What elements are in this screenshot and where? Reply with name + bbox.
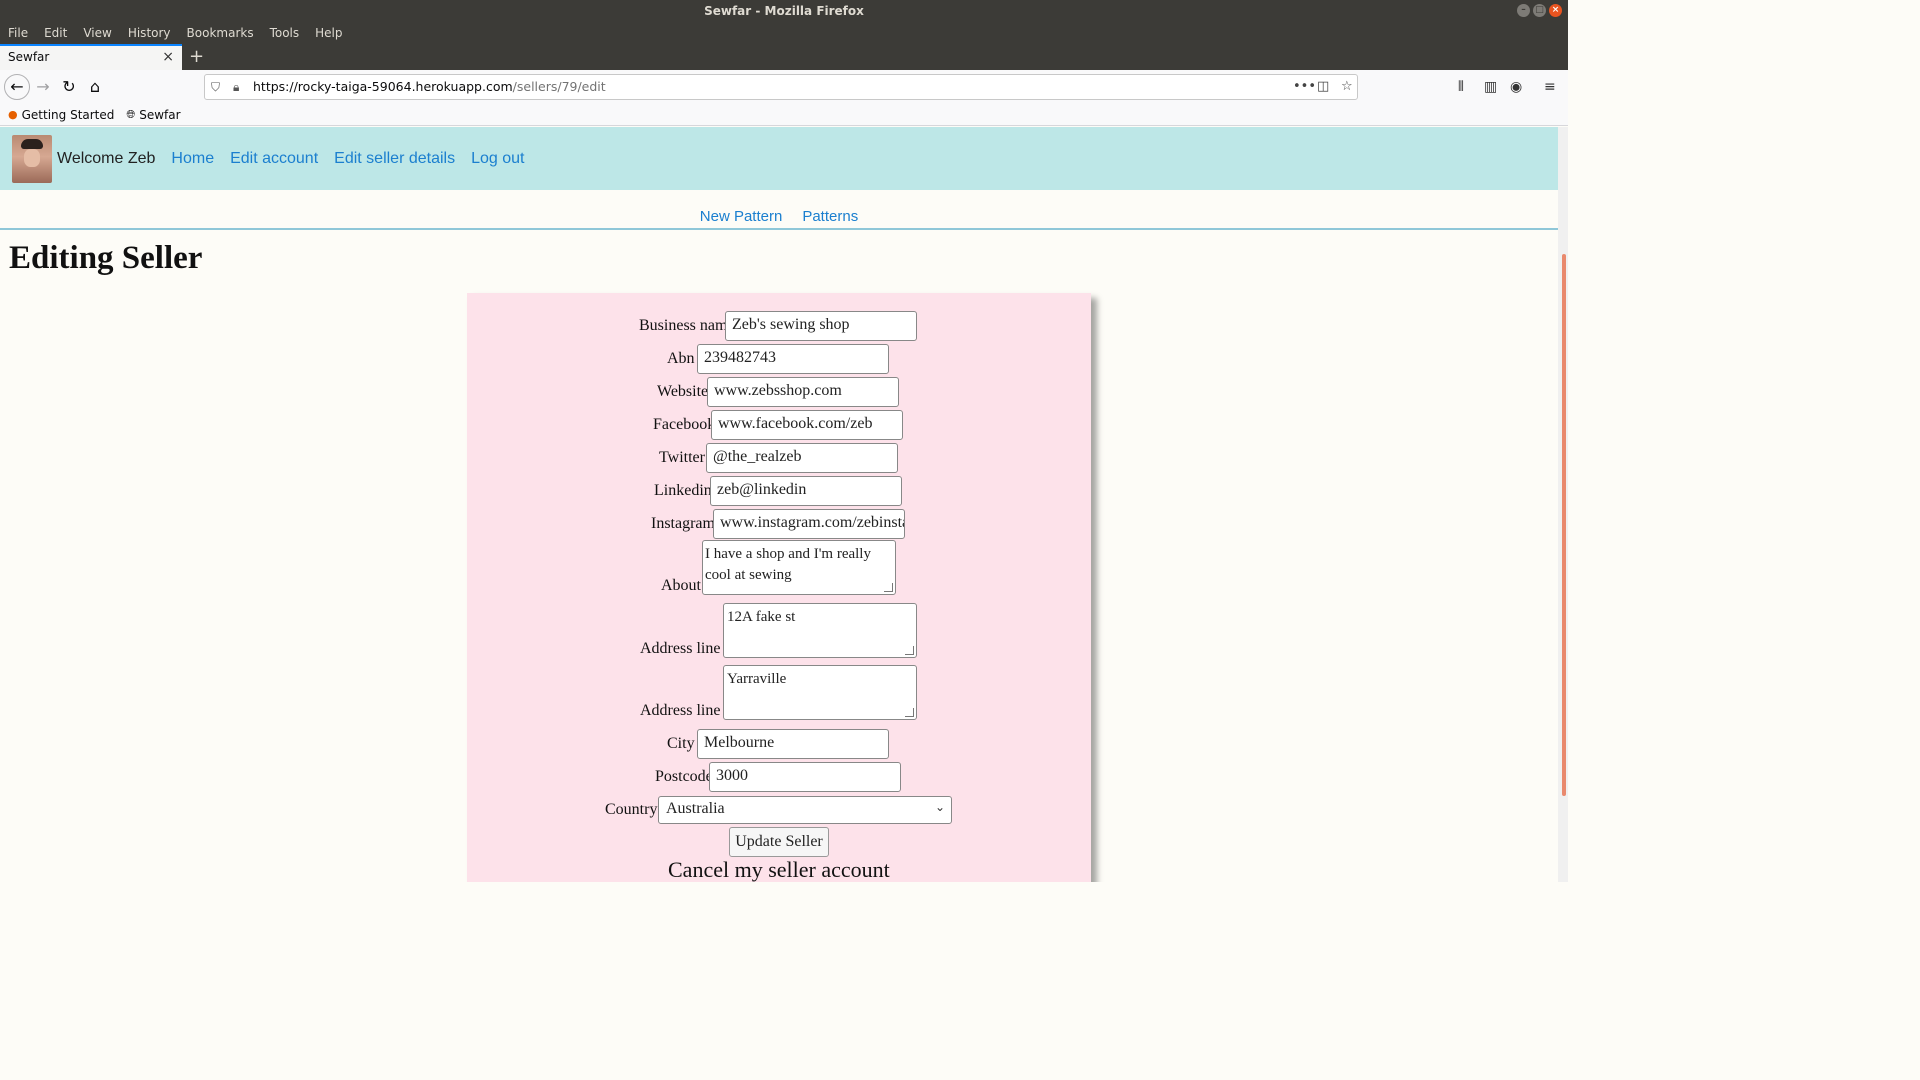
library-icon[interactable]: ⫴ — [1458, 75, 1464, 99]
globe-icon: 🌐︎ — [126, 107, 136, 121]
update-seller-button[interactable]: Update Seller — [729, 827, 829, 857]
address-line-2-label: Address line 2 — [640, 702, 733, 719]
hamburger-menu-icon[interactable]: ≡ — [1544, 75, 1556, 99]
menu-help[interactable]: Help — [315, 22, 342, 44]
sidebar-icon[interactable]: ▥ — [1484, 75, 1497, 99]
abn-input[interactable]: 239482743 — [697, 344, 889, 374]
maximize-icon[interactable]: □ — [1533, 4, 1546, 17]
business-name-input[interactable]: Zeb's sewing shop — [725, 311, 917, 341]
minimize-icon[interactable]: – — [1517, 4, 1530, 17]
menu-view[interactable]: View — [83, 22, 111, 44]
nav-home-link[interactable]: Home — [171, 150, 214, 168]
menu-tools[interactable]: Tools — [270, 22, 300, 44]
account-icon[interactable]: ◉ — [1510, 75, 1522, 99]
window-title-bar: Sewfar - Mozilla Firefox – □ × — [0, 0, 1568, 22]
window-title: Sewfar - Mozilla Firefox — [704, 4, 864, 18]
city-input[interactable]: Melbourne — [697, 729, 889, 759]
page-actions-icon[interactable]: ••• — [1293, 75, 1316, 99]
facebook-input[interactable]: www.facebook.com/zeb — [711, 410, 903, 440]
instagram-input[interactable]: www.instagram.com/zebinstagram — [713, 509, 905, 539]
abn-label: Abn — [667, 350, 695, 367]
about-textarea[interactable]: I have a shop and I'm really cool at sew… — [702, 540, 896, 595]
nav-toolbar: ← → ↻ ⌂ ⛉ 🔒︎ https://rocky-taiga-59064.h… — [0, 70, 1568, 104]
bookmark-sewfar[interactable]: 🌐︎ Sewfar — [126, 108, 180, 122]
menu-history[interactable]: History — [128, 22, 171, 44]
country-label: Country — [605, 801, 658, 818]
address-line-1-label: Address line 1 — [640, 640, 733, 657]
about-label: About — [661, 577, 701, 594]
cancel-seller-account-link[interactable]: Cancel my seller account — [668, 857, 890, 882]
facebook-label: Facebook — [653, 416, 716, 433]
menu-bookmarks[interactable]: Bookmarks — [187, 22, 254, 44]
firefox-icon: ● — [8, 108, 18, 121]
twitter-input[interactable]: @the_realzeb — [706, 443, 898, 473]
page-scrollbar[interactable] — [1558, 127, 1568, 882]
nav-edit-account-link[interactable]: Edit account — [230, 150, 318, 168]
country-select[interactable]: Australia ⌄ — [658, 796, 952, 824]
new-pattern-link[interactable]: New Pattern — [700, 208, 783, 225]
lock-icon[interactable]: 🔒︎ — [233, 75, 239, 99]
new-tab-icon[interactable]: + — [189, 46, 204, 68]
page-content: Welcome Zeb Home Edit account Edit selle… — [0, 127, 1558, 882]
tab-bar: Sewfar × + — [0, 44, 1568, 70]
business-name-label: Business name — [639, 317, 735, 334]
tracking-shield-icon[interactable]: ⛉ — [211, 75, 220, 99]
forward-icon[interactable]: → — [31, 75, 55, 99]
scrollbar-thumb[interactable] — [1562, 254, 1566, 796]
page-title: Editing Seller — [9, 240, 203, 276]
bookmark-star-icon[interactable]: ☆ — [1341, 75, 1353, 99]
linkedin-label: Linkedin — [654, 482, 712, 499]
sub-navbar: New Pattern Patterns — [0, 190, 1558, 230]
site-navbar: Welcome Zeb Home Edit account Edit selle… — [0, 127, 1558, 190]
close-window-icon[interactable]: × — [1549, 4, 1562, 17]
postcode-label: Postcode — [655, 768, 713, 785]
browser-tab[interactable]: Sewfar × — [0, 44, 182, 70]
pocket-icon[interactable]: ◫ — [1317, 75, 1329, 99]
menu-bar: File Edit View History Bookmarks Tools H… — [0, 22, 1568, 44]
url-bar[interactable]: ⛉ 🔒︎ https://rocky-taiga-59064.herokuapp… — [204, 74, 1358, 100]
tab-title: Sewfar — [8, 50, 50, 64]
country-selected-value: Australia — [666, 800, 725, 817]
back-icon[interactable]: ← — [4, 74, 30, 100]
instagram-label: Instagram — [651, 515, 715, 532]
edit-seller-form: Business name Zeb's sewing shop Abn 2394… — [467, 293, 1091, 882]
home-icon[interactable]: ⌂ — [83, 75, 107, 99]
bookmark-getting-started[interactable]: ● Getting Started — [8, 108, 114, 122]
bookmarks-bar: ● Getting Started 🌐︎ Sewfar — [0, 104, 1568, 126]
website-label: Website — [657, 383, 709, 400]
website-input[interactable]: www.zebsshop.com — [707, 377, 899, 407]
city-label: City — [667, 735, 695, 752]
url-text[interactable]: https://rocky-taiga-59064.herokuapp.com/… — [253, 75, 606, 99]
chevron-down-icon: ⌄ — [934, 800, 945, 814]
avatar — [12, 134, 52, 183]
nav-edit-seller-details-link[interactable]: Edit seller details — [334, 150, 455, 168]
reload-icon[interactable]: ↻ — [57, 75, 81, 99]
postcode-input[interactable]: 3000 — [709, 762, 901, 792]
address-line-1-textarea[interactable]: 12A fake st — [723, 603, 917, 658]
welcome-text: Welcome Zeb — [57, 149, 156, 167]
address-line-2-textarea[interactable]: Yarraville — [723, 665, 917, 720]
patterns-link[interactable]: Patterns — [802, 208, 858, 225]
nav-log-out-link[interactable]: Log out — [471, 150, 524, 168]
close-tab-icon[interactable]: × — [162, 46, 174, 69]
linkedin-input[interactable]: zeb@linkedin — [710, 476, 902, 506]
twitter-label: Twitter — [659, 449, 705, 466]
menu-file[interactable]: File — [8, 22, 28, 44]
menu-edit[interactable]: Edit — [44, 22, 67, 44]
